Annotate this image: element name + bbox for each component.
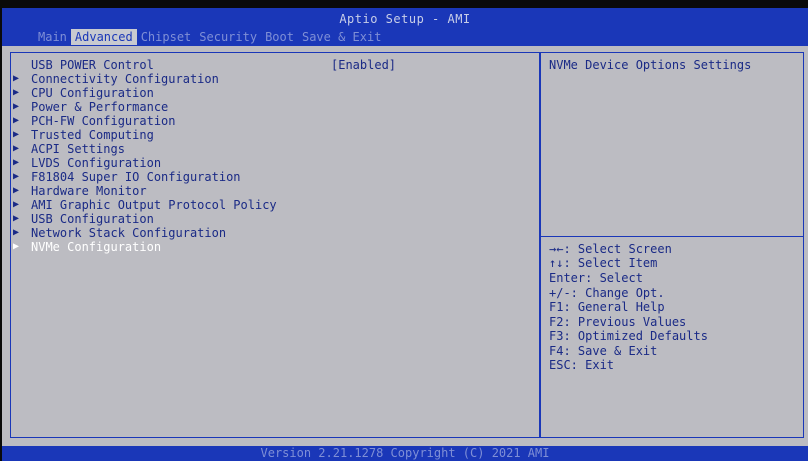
menu-item-label: USB Configuration [31,212,154,226]
menu-item-label: Hardware Monitor [31,184,147,198]
right-triangle-icon: ▶ [13,213,20,224]
menu-item-label: Connectivity Configuration [31,72,219,86]
menu-item-label: AMI Graphic Output Protocol Policy [31,198,277,212]
right-triangle-icon: ▶ [13,143,20,154]
menu-item-label: F81804 Super IO Configuration [31,170,241,184]
usb-power-control-value[interactable]: [Enabled] [331,58,396,72]
key-hint-esc: ESC: Exit [549,358,615,372]
menu-item-label: ACPI Settings [31,142,125,156]
tab-chipset[interactable]: Chipset [137,29,196,45]
right-triangle-icon: ▶ [13,171,20,182]
menu-item-label: Trusted Computing [31,128,154,142]
key-hint-f4: F4: Save & Exit [549,344,658,358]
tab-boot[interactable]: Boot [261,29,298,45]
right-triangle-icon: ▶ [13,115,20,126]
right-triangle-icon: ▶ [13,227,20,238]
menu-item-label: NVMe Configuration [31,240,162,254]
right-triangle-icon: ▶ [13,129,20,140]
usb-power-control-label: USB POWER Control [31,58,154,72]
key-hint-f1: F1: General Help [549,300,665,314]
window-title: Aptio Setup - AMI [339,12,471,26]
tab-bar: Main Advanced Chipset Security Boot Save… [34,29,385,45]
menu-item-label: LVDS Configuration [31,156,162,170]
tab-advanced[interactable]: Advanced [70,29,137,45]
header-bar: Aptio Setup - AMI Main Advanced Chipset … [2,8,808,46]
key-hint-select-item: ↑↓: Select Item [549,256,658,270]
right-triangle-icon: ▶ [13,199,20,210]
right-triangle-icon: ▶ [13,185,20,196]
bios-setup-screen: Aptio Setup - AMI Main Advanced Chipset … [0,0,808,461]
tab-main[interactable]: Main [34,29,71,45]
version-footer: Version 2.21.1278 Copyright (C) 2021 AMI [2,446,808,461]
help-panel: NVMe Device Options Settings →←: Select … [540,52,804,438]
key-hint-f2: F2: Previous Values [549,315,687,329]
right-triangle-icon: ▶ [13,87,20,98]
key-hint-enter: Enter: Select [549,271,643,285]
main-area: USB POWER Control [Enabled] ▶ Connectivi… [2,46,808,446]
tab-save-exit[interactable]: Save & Exit [298,29,385,45]
help-divider [541,236,803,237]
key-hint-select-screen: →←: Select Screen [549,242,672,256]
right-triangle-icon: ▶ [13,73,20,84]
menu-item-label: CPU Configuration [31,86,154,100]
menu-item-label: Power & Performance [31,100,169,114]
settings-panel: USB POWER Control [Enabled] ▶ Connectivi… [10,52,540,438]
item-help-description: NVMe Device Options Settings [549,58,752,72]
tab-security[interactable]: Security [195,29,261,45]
key-hint-f3: F3: Optimized Defaults [549,329,708,343]
right-triangle-icon: ▶ [13,241,20,252]
menu-item-label: PCH-FW Configuration [31,114,176,128]
key-hint-change-opt: +/-: Change Opt. [549,286,665,300]
menu-item-label: Network Stack Configuration [31,226,227,240]
right-triangle-icon: ▶ [13,157,20,168]
right-triangle-icon: ▶ [13,101,20,112]
